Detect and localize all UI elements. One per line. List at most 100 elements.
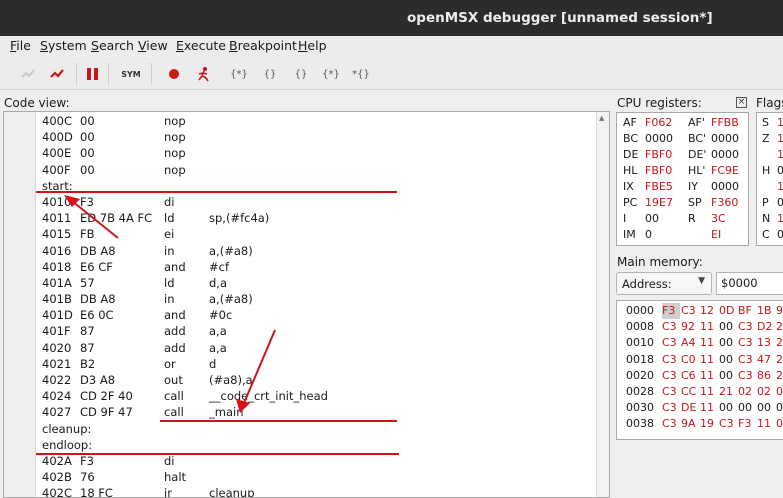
code-view[interactable]: 400C 00 nop 400D 00 nop 400E 00 nop 400F 00 nop star…: [3, 111, 610, 498]
code-line[interactable]: 4022 D3 A8 out (#a8),a: [42, 372, 595, 388]
register-value[interactable]: FBF0: [645, 163, 672, 179]
flag-value[interactable]: 1: [777, 147, 783, 163]
memory-byte[interactable]: 21: [719, 384, 737, 400]
menu-search[interactable]: Search: [91, 38, 134, 53]
run-to-icon[interactable]: *{}: [350, 65, 372, 83]
code-label-row[interactable]: endloop:: [42, 437, 595, 453]
memory-byte[interactable]: 00: [719, 319, 737, 335]
register-value[interactable]: F062: [645, 115, 672, 131]
flag-value[interactable]: 1: [777, 179, 783, 195]
memory-byte[interactable]: 47: [757, 352, 775, 368]
run-icon[interactable]: [195, 65, 213, 83]
code-line[interactable]: 402B 76 halt: [42, 469, 595, 485]
memory-byte[interactable]: DE: [681, 400, 699, 416]
code-line[interactable]: 401B DB A8 in a,(#a8): [42, 291, 595, 307]
memory-byte[interactable]: 00: [719, 400, 737, 416]
memory-byte[interactable]: C3: [738, 368, 756, 384]
register-value[interactable]: 0: [645, 227, 652, 243]
register-value[interactable]: FC9E: [711, 163, 739, 179]
memory-byte[interactable]: C3: [662, 352, 680, 368]
memory-byte[interactable]: C3: [662, 384, 680, 400]
memory-byte[interactable]: 11: [700, 335, 718, 351]
register-value[interactable]: FBE5: [645, 179, 673, 195]
memory-byte[interactable]: 1B: [757, 303, 775, 319]
close-icon[interactable]: ×: [736, 97, 747, 108]
flag-value[interactable]: 1: [777, 115, 783, 131]
code-line[interactable]: 4016 DB A8 in a,(#a8): [42, 243, 595, 259]
symbol-manager-icon[interactable]: SYM: [120, 65, 142, 83]
connect-icon[interactable]: [19, 65, 37, 83]
code-line[interactable]: 4015 FB ei: [42, 226, 595, 242]
pause-icon[interactable]: [84, 65, 102, 83]
register-value[interactable]: 0000: [645, 131, 673, 147]
memory-byte[interactable]: 11: [700, 352, 718, 368]
code-line[interactable]: 400F 00 nop: [42, 162, 595, 178]
flag-value[interactable]: 0: [777, 227, 783, 243]
code-line[interactable]: 4024 CD 2F 40 call __code_crt_init_head: [42, 388, 595, 404]
flag-value[interactable]: 0: [777, 195, 783, 211]
register-value[interactable]: FFBB: [711, 115, 739, 131]
code-scrollbar[interactable]: ▲: [596, 112, 609, 497]
memory-byte[interactable]: 11: [700, 368, 718, 384]
memory-byte[interactable]: 19: [700, 416, 718, 432]
memory-byte[interactable]: 11: [700, 384, 718, 400]
flags-panel[interactable]: S1Z11H01P0N1C0: [756, 112, 783, 246]
code-line[interactable]: 4011 ED 7B 4A FC ld sp,(#fc4a): [42, 210, 595, 226]
code-line[interactable]: 402C 18 FC jr cleanup: [42, 485, 595, 497]
code-line[interactable]: 4018 E6 CF and #cf: [42, 259, 595, 275]
memory-byte[interactable]: D2: [757, 319, 775, 335]
memory-byte[interactable]: 00: [719, 368, 737, 384]
address-mode-select[interactable]: Address: ▼: [616, 272, 712, 295]
memory-byte[interactable]: 0D: [719, 303, 737, 319]
menu-view[interactable]: View: [138, 38, 168, 53]
memory-byte[interactable]: 0: [776, 400, 783, 416]
code-line[interactable]: 401A 57 ld d,a: [42, 275, 595, 291]
step-out-icon[interactable]: {}: [291, 65, 311, 83]
step-over-icon[interactable]: {}: [260, 65, 280, 83]
memory-byte[interactable]: 11: [757, 416, 775, 432]
step-back-icon[interactable]: {*}: [321, 65, 341, 83]
memory-byte[interactable]: 0: [776, 416, 783, 432]
memory-byte[interactable]: 2: [776, 335, 783, 351]
breakpoint-icon[interactable]: [165, 65, 183, 83]
memory-byte[interactable]: 2: [776, 319, 783, 335]
memory-byte[interactable]: C3: [662, 400, 680, 416]
code-line[interactable]: 4027 CD 9F 47 call _main: [42, 404, 595, 420]
code-line[interactable]: 4020 87 add a,a: [42, 340, 595, 356]
memory-byte[interactable]: BF: [738, 303, 756, 319]
memory-byte[interactable]: 11: [700, 400, 718, 416]
memory-byte[interactable]: 12: [700, 303, 718, 319]
memory-byte[interactable]: F3: [738, 416, 756, 432]
memory-byte[interactable]: C3: [738, 352, 756, 368]
disconnect-icon[interactable]: [48, 65, 66, 83]
menu-system[interactable]: System: [40, 38, 87, 53]
memory-byte[interactable]: 00: [738, 400, 756, 416]
code-line[interactable]: 400C 00 nop: [42, 113, 595, 129]
flag-value[interactable]: 0: [777, 163, 783, 179]
register-value[interactable]: 0000: [711, 179, 739, 195]
code-line[interactable]: 401F 87 add a,a: [42, 323, 595, 339]
menu-execute[interactable]: Execute: [176, 38, 226, 53]
memory-byte[interactable]: 92: [681, 319, 699, 335]
scroll-up-icon[interactable]: ▲: [599, 114, 604, 122]
memory-byte[interactable]: C3: [662, 335, 680, 351]
flag-value[interactable]: 1: [777, 131, 783, 147]
register-value[interactable]: 0000: [711, 147, 739, 163]
memory-byte[interactable]: C3: [662, 319, 680, 335]
memory-byte[interactable]: C3: [662, 368, 680, 384]
code-gutter[interactable]: [4, 112, 36, 497]
register-value[interactable]: 0000: [711, 131, 739, 147]
code-line[interactable]: 4021 B2 or d: [42, 356, 595, 372]
memory-byte[interactable]: 00: [719, 335, 737, 351]
memory-byte[interactable]: 9: [776, 303, 783, 319]
memory-byte[interactable]: 02: [757, 384, 775, 400]
code-line[interactable]: 401D E6 0C and #0c: [42, 307, 595, 323]
memory-byte[interactable]: 2: [776, 352, 783, 368]
memory-byte[interactable]: 00: [757, 400, 775, 416]
memory-byte[interactable]: C3: [738, 335, 756, 351]
memory-byte[interactable]: 0: [776, 384, 783, 400]
code-line[interactable]: 4010 F3 di: [42, 194, 595, 210]
code-line[interactable]: 400E 00 nop: [42, 145, 595, 161]
register-value[interactable]: EI: [711, 227, 721, 243]
memory-byte[interactable]: C3: [662, 416, 680, 432]
